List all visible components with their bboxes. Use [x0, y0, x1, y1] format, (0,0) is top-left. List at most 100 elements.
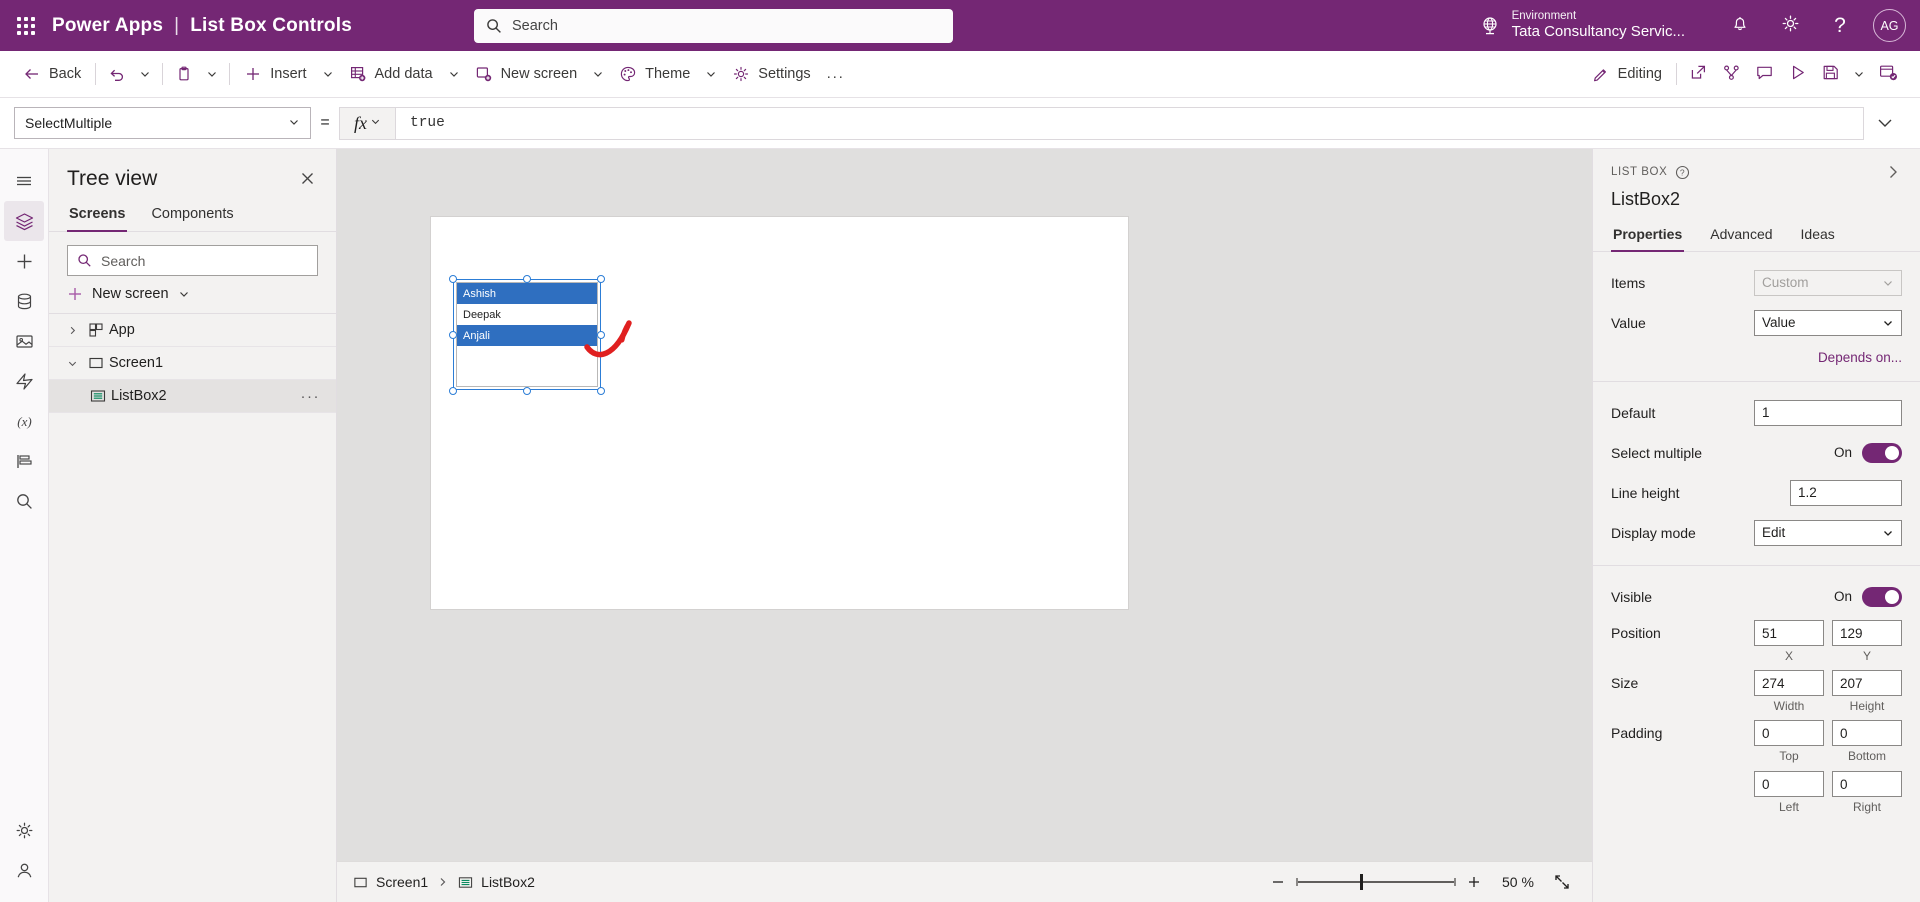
tree-item-overflow-button[interactable]: ···	[301, 388, 337, 405]
size-height-input[interactable]: 207	[1832, 670, 1902, 696]
editing-mode-button[interactable]: Editing	[1583, 58, 1671, 90]
new-screen-button[interactable]: New screen	[466, 58, 587, 90]
comments-button[interactable]	[1748, 58, 1781, 90]
zoom-slider[interactable]	[1296, 872, 1456, 892]
value-dropdown[interactable]: Value	[1754, 310, 1902, 336]
tree-item-screen1[interactable]: Screen1	[49, 347, 336, 380]
line-height-input[interactable]: 1.2	[1790, 480, 1902, 506]
tab-properties[interactable]: Properties	[1611, 222, 1684, 251]
paste-dropdown[interactable]	[200, 58, 224, 90]
help-circle-icon[interactable]: ?	[1675, 165, 1690, 180]
theme-button[interactable]: Theme	[610, 58, 699, 90]
zoom-in-button[interactable]	[1460, 868, 1488, 896]
listbox-control-wrapper[interactable]: Ashish Deepak Anjali	[456, 282, 598, 387]
help-button[interactable]: ?	[1815, 0, 1865, 51]
data-panel-button[interactable]	[4, 281, 44, 321]
tab-ideas[interactable]: Ideas	[1799, 222, 1837, 251]
account-button[interactable]	[4, 850, 44, 890]
resize-handle-top-center[interactable]	[523, 275, 531, 283]
chevron-right-icon[interactable]	[61, 325, 83, 336]
listbox-control[interactable]: Ashish Deepak Anjali	[456, 282, 598, 387]
resize-handle-middle-right[interactable]	[597, 331, 605, 339]
listbox-option-1[interactable]: Deepak	[457, 304, 597, 325]
back-button[interactable]: Back	[14, 58, 90, 90]
insert-panel-button[interactable]	[4, 241, 44, 281]
insert-dropdown[interactable]	[316, 58, 340, 90]
product-name[interactable]: Power Apps	[52, 15, 163, 37]
app-launcher-button[interactable]	[0, 17, 52, 35]
position-y-input[interactable]: 129	[1832, 620, 1902, 646]
resize-handle-top-right[interactable]	[597, 275, 605, 283]
size-width-input[interactable]: 274	[1754, 670, 1824, 696]
global-search-box[interactable]: Search	[474, 9, 953, 43]
default-input[interactable]: 1	[1754, 400, 1902, 426]
padding-bottom-input[interactable]: 0	[1832, 720, 1902, 746]
display-mode-dropdown[interactable]: Edit	[1754, 520, 1902, 546]
insert-button[interactable]: Insert	[235, 58, 315, 90]
search-panel-button[interactable]	[4, 481, 44, 521]
environment-selector[interactable]: Environment Tata Consultancy Servic...	[1479, 9, 1685, 41]
tab-screens[interactable]: Screens	[67, 200, 127, 231]
app-checker-panel-button[interactable]	[4, 441, 44, 481]
padding-right-input[interactable]: 0	[1832, 771, 1902, 797]
app-screen-preview[interactable]: Ashish Deepak Anjali	[431, 217, 1128, 609]
select-multiple-toggle[interactable]	[1862, 443, 1902, 463]
paste-button[interactable]	[168, 58, 200, 90]
tab-components[interactable]: Components	[149, 200, 235, 231]
tree-search-input[interactable]: Search	[67, 245, 318, 276]
property-selector-dropdown[interactable]: SelectMultiple	[14, 107, 311, 139]
padding-top-input[interactable]: 0	[1754, 720, 1824, 746]
padding-left-input[interactable]: 0	[1754, 771, 1824, 797]
formula-input[interactable]: true	[396, 108, 1863, 139]
app-name[interactable]: List Box Controls	[190, 15, 352, 37]
more-commands-button[interactable]: ...	[820, 58, 852, 90]
formula-expand-button[interactable]	[1864, 113, 1906, 133]
variables-panel-button[interactable]: (x)	[4, 401, 44, 441]
listbox-option-2[interactable]: Anjali	[457, 325, 597, 346]
new-screen-dropdown[interactable]	[586, 58, 610, 90]
new-screen-menu-button[interactable]: New screen	[49, 276, 336, 314]
tree-item-app[interactable]: App	[49, 314, 336, 347]
position-x-input[interactable]: 51	[1754, 620, 1824, 646]
app-checker-button[interactable]	[1715, 58, 1748, 90]
resize-handle-top-left[interactable]	[449, 275, 457, 283]
undo-dropdown[interactable]	[133, 58, 157, 90]
depends-on-link[interactable]: Depends on...	[1611, 346, 1902, 365]
resize-handle-bottom-center[interactable]	[523, 387, 531, 395]
tab-advanced[interactable]: Advanced	[1708, 222, 1774, 251]
app-settings-button[interactable]	[4, 810, 44, 850]
publish-button[interactable]	[1871, 58, 1906, 90]
resize-handle-bottom-right[interactable]	[597, 387, 605, 395]
tree-view-button[interactable]	[4, 201, 44, 241]
save-button[interactable]	[1814, 58, 1847, 90]
resize-handle-bottom-left[interactable]	[449, 387, 457, 395]
preview-app-button[interactable]	[1781, 58, 1814, 90]
resize-handle-middle-left[interactable]	[449, 331, 457, 339]
breadcrumb-screen1[interactable]: Screen1	[353, 874, 428, 890]
media-panel-button[interactable]	[4, 321, 44, 361]
add-data-dropdown[interactable]	[442, 58, 466, 90]
canvas-area[interactable]: Ashish Deepak Anjali	[337, 149, 1592, 861]
menu-hamburger-button[interactable]	[4, 161, 44, 201]
settings-command-button[interactable]: Settings	[723, 58, 819, 90]
theme-dropdown[interactable]	[699, 58, 723, 90]
close-icon[interactable]	[295, 166, 320, 191]
user-avatar[interactable]: AG	[1873, 9, 1906, 42]
tree-item-listbox2[interactable]: ListBox2 ···	[49, 380, 336, 413]
fx-button[interactable]: fx	[340, 108, 396, 139]
undo-button[interactable]	[101, 58, 133, 90]
chevron-down-icon[interactable]	[61, 358, 83, 369]
fit-to-screen-button[interactable]	[1548, 868, 1576, 896]
listbox-option-0[interactable]: Ashish	[457, 283, 597, 304]
save-dropdown[interactable]	[1847, 58, 1871, 90]
zoom-out-button[interactable]	[1264, 868, 1292, 896]
zoom-slider-thumb[interactable]	[1360, 874, 1363, 890]
notifications-button[interactable]	[1715, 0, 1765, 51]
share-button[interactable]	[1682, 58, 1715, 90]
breadcrumb-listbox2[interactable]: ListBox2	[458, 874, 535, 890]
add-data-button[interactable]: Add data	[340, 58, 442, 90]
visible-toggle[interactable]	[1862, 587, 1902, 607]
collapse-panel-icon[interactable]	[1884, 163, 1902, 181]
power-automate-panel-button[interactable]	[4, 361, 44, 401]
settings-button[interactable]	[1765, 0, 1815, 51]
